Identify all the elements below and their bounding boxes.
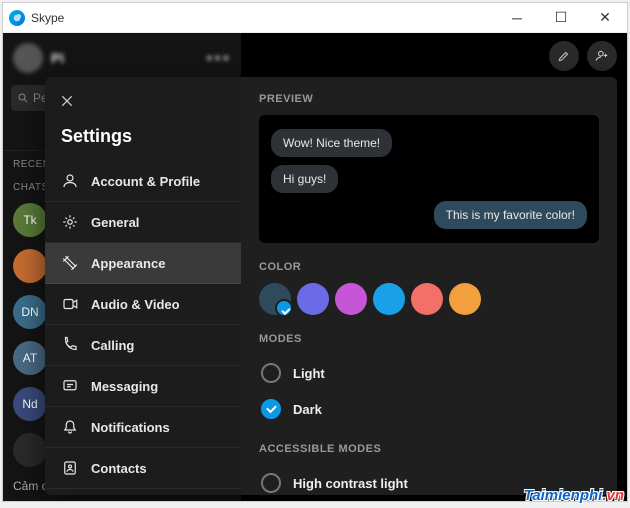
settings-item-audio-video[interactable]: Audio & Video [45,284,241,325]
settings-item-notifications[interactable]: Notifications [45,407,241,448]
settings-item-icon [61,336,79,354]
settings-item-icon [61,254,79,272]
search-icon [17,92,29,104]
chat-avatar: AT [13,341,47,375]
radio-icon [261,363,281,383]
settings-item-icon [61,172,79,190]
chat-avatar: Nd [13,387,47,421]
chat-avatar [13,249,47,283]
close-window-button[interactable]: ✕ [583,3,627,33]
watermark: Taimienphi.vn [524,487,624,504]
settings-item-account-profile[interactable]: Account & Profile [45,161,241,202]
color-swatch[interactable] [373,283,405,315]
avatar [13,43,43,73]
radio-checked-icon [261,399,281,419]
skype-logo-icon [9,10,25,26]
settings-overlay: Settings Account & ProfileGeneralAppeara… [45,77,617,495]
window-title: Skype [31,11,495,25]
color-label: COLOR [259,261,599,273]
chat-avatar: DN [13,295,47,329]
settings-item-contacts[interactable]: Contacts [45,448,241,489]
modes-label: MODES [259,333,599,345]
settings-item-icon [61,295,79,313]
mode-light[interactable]: Light [259,355,599,391]
color-swatch[interactable] [335,283,367,315]
color-swatches [259,283,599,315]
app-window: Skype ─ ☐ ✕ Pi ••• People Chats RECENT C [2,2,628,502]
settings-item-general[interactable]: General [45,202,241,243]
add-contact-button[interactable] [587,41,617,71]
mode-dark[interactable]: Dark [259,391,599,427]
profile-row[interactable]: Pi ••• [3,33,241,83]
minimize-button[interactable]: ─ [495,3,539,33]
color-swatch[interactable] [449,283,481,315]
settings-item-icon [61,377,79,395]
preview-bubble-2: Hi guys! [271,165,338,193]
app-body: Pi ••• People Chats RECENT CHATS Tk█████… [3,33,627,501]
accessible-modes-label: ACCESSIBLE MODES [259,443,599,455]
settings-item-icon [61,459,79,477]
titlebar: Skype ─ ☐ ✕ [3,3,627,33]
settings-item-help-feedback[interactable]: Help & Feedback [45,489,241,495]
settings-item-messaging[interactable]: Messaging [45,366,241,407]
preview-bubble-3: This is my favorite color! [434,201,587,229]
color-swatch[interactable] [411,283,443,315]
preview-bubble-1: Wow! Nice theme! [271,129,392,157]
chat-avatar: Tk [13,203,47,237]
color-swatch[interactable] [297,283,329,315]
pencil-icon [557,49,571,63]
settings-item-calling[interactable]: Calling [45,325,241,366]
profile-name: Pi [51,50,64,66]
person-plus-icon [595,49,609,63]
settings-content: PREVIEW Wow! Nice theme! Hi guys! This i… [241,77,617,495]
chat-avatar [13,433,47,467]
settings-title: Settings [45,120,241,161]
close-icon[interactable] [59,93,75,109]
theme-preview: Wow! Nice theme! Hi guys! This is my fav… [259,115,599,243]
maximize-button[interactable]: ☐ [539,3,583,33]
settings-item-appearance[interactable]: Appearance [45,243,241,284]
settings-item-icon [61,418,79,436]
radio-icon [261,473,281,493]
preview-label: PREVIEW [259,93,599,105]
color-swatch[interactable] [259,283,291,315]
settings-item-icon [61,213,79,231]
settings-sidebar: Settings Account & ProfileGeneralAppeara… [45,77,241,495]
new-chat-button[interactable] [549,41,579,71]
more-icon[interactable]: ••• [206,48,231,69]
